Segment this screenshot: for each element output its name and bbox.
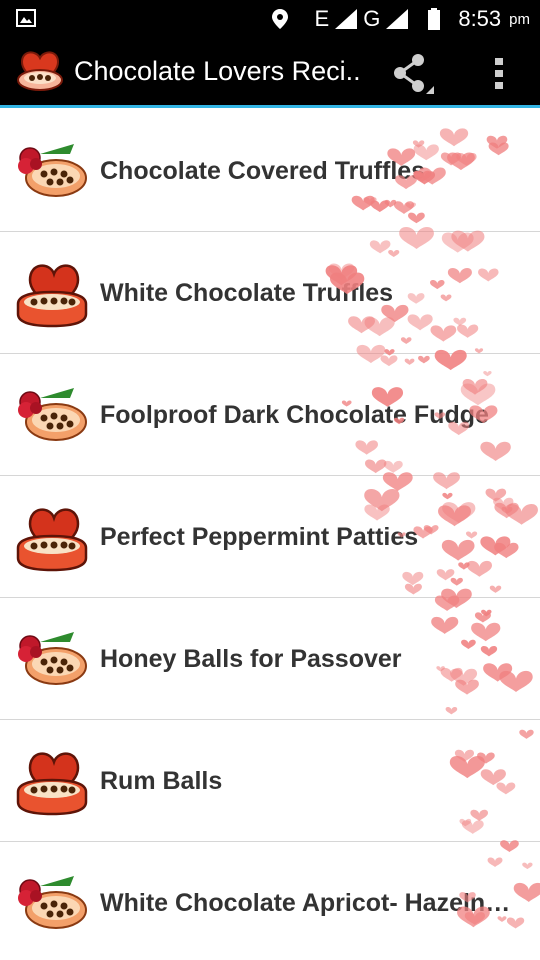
share-icon[interactable]	[390, 52, 436, 94]
recipe-list-item[interactable]: Rum Balls	[0, 720, 540, 842]
network-e-label: E	[314, 6, 330, 31]
recipe-title: White Chocolate Truffles	[100, 279, 394, 307]
recipe-list-item[interactable]: Foolproof Dark Chocolate Fudge	[0, 354, 540, 476]
location-icon	[271, 9, 288, 29]
recipe-title: Rum Balls	[100, 767, 223, 795]
recipe-list-item[interactable]: Perfect Peppermint Patties	[0, 476, 540, 598]
overflow-menu-icon[interactable]	[484, 52, 514, 94]
status-right: E G 8:53 pm	[271, 0, 530, 38]
recipe-title: Foolproof Dark Chocolate Fudge	[100, 401, 489, 429]
rose-chocolate-box-icon	[14, 376, 90, 452]
status-bar: E G 8:53 pm	[0, 0, 540, 38]
recipe-title: Perfect Peppermint Patties	[100, 523, 419, 551]
clock-ampm: pm	[509, 10, 530, 28]
battery-icon	[428, 8, 441, 30]
rose-chocolate-box-icon	[14, 864, 90, 940]
recipe-list-item[interactable]: White Chocolate Apricot- Hazeln…	[0, 842, 540, 960]
app-bar: Chocolate Lovers Reci..	[0, 38, 540, 108]
image-notification-icon	[16, 9, 36, 27]
app-title: Chocolate Lovers Reci..	[74, 56, 361, 86]
signal-icon-2	[386, 9, 409, 29]
recipe-title: Chocolate Covered Truffles	[100, 157, 426, 185]
rose-chocolate-box-icon	[14, 620, 90, 696]
rose-chocolate-box-icon	[14, 132, 90, 208]
recipe-list: Chocolate Covered Truffles White Chocola…	[0, 110, 540, 960]
app-logo-icon[interactable]	[14, 48, 66, 96]
recipe-list-item[interactable]: Honey Balls for Passover	[0, 598, 540, 720]
signal-icon	[335, 9, 358, 29]
heart-chocolate-box-icon	[14, 498, 90, 574]
recipe-list-item[interactable]: Chocolate Covered Truffles	[0, 110, 540, 232]
recipe-title: White Chocolate Apricot- Hazeln…	[100, 889, 511, 917]
recipe-title: Honey Balls for Passover	[100, 645, 402, 673]
heart-chocolate-box-icon	[14, 254, 90, 330]
recipe-list-item[interactable]: White Chocolate Truffles	[0, 232, 540, 354]
heart-chocolate-box-icon	[14, 742, 90, 818]
clock-time: 8:53	[458, 6, 502, 31]
network-g-label: G	[363, 6, 381, 31]
